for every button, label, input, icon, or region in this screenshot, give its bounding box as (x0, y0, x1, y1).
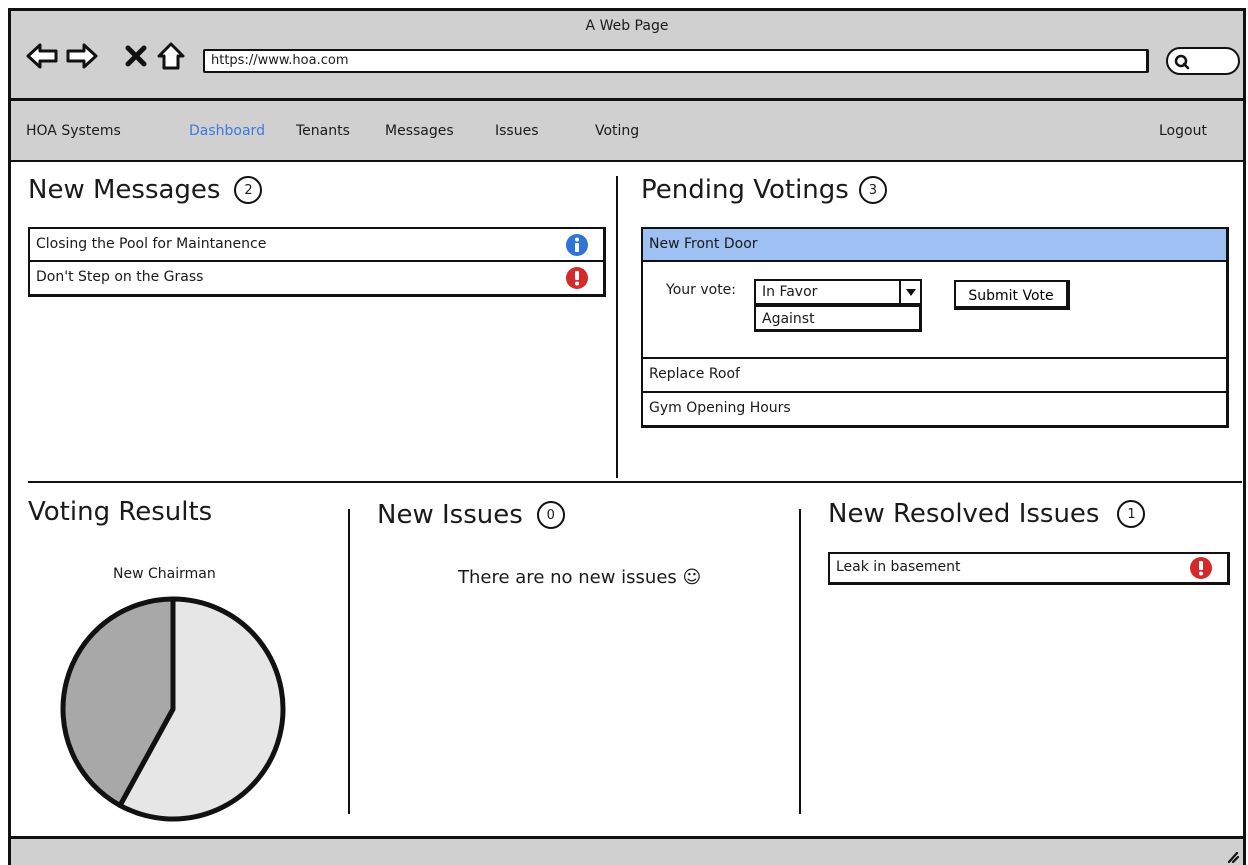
alert-icon (1190, 557, 1212, 579)
section-divider (28, 481, 1242, 483)
browser-status-bar (11, 836, 1243, 865)
nav-messages[interactable]: Messages (385, 123, 454, 139)
resolved-item[interactable]: Leak in basement (830, 554, 1227, 583)
divider-bottom-right (799, 509, 801, 814)
messages-count-badge: 2 (234, 176, 263, 204)
brand-name: HOA Systems (26, 123, 121, 139)
messages-title: New Messages (28, 175, 221, 205)
messages-heading: New Messages 2 (28, 175, 263, 205)
nav-dashboard[interactable]: Dashboard (189, 123, 265, 139)
resolved-heading: New Resolved Issues 1 (828, 499, 1146, 529)
vote-select[interactable]: In Favor (754, 279, 922, 305)
message-item[interactable]: Closing the Pool for Maintanence (30, 229, 603, 262)
resolved-title: New Resolved Issues (828, 499, 1100, 529)
vote-form: Your vote: In Favor Against Submit Vote (643, 262, 1226, 359)
votings-count-badge: 3 (858, 176, 887, 204)
voting-item[interactable]: Gym Opening Hours (643, 393, 1226, 427)
votings-title: Pending Votings (641, 175, 849, 205)
message-item[interactable]: Don't Step on the Grass (30, 262, 603, 295)
results-heading: Voting Results (28, 497, 212, 527)
home-icon[interactable] (154, 41, 188, 71)
divider-bottom-left (348, 509, 350, 814)
search-button[interactable] (1166, 47, 1240, 75)
messages-list: Closing the Pool for Maintanence Don't S… (28, 227, 606, 297)
nav-voting[interactable]: Voting (595, 123, 639, 139)
close-icon[interactable] (119, 41, 153, 71)
voting-results-pie-chart (60, 596, 286, 822)
resolved-list: Leak in basement (828, 552, 1230, 585)
logout-link[interactable]: Logout (1159, 123, 1207, 139)
chart-caption: New Chairman (113, 566, 216, 582)
window-title: A Web Page (585, 18, 669, 34)
info-icon (566, 234, 588, 256)
votings-list: New Front Door Your vote: In Favor Again… (641, 227, 1229, 428)
voting-item-selected[interactable]: New Front Door (643, 229, 1226, 262)
results-title: Voting Results (28, 497, 213, 527)
vote-option-against[interactable]: Against (754, 305, 922, 332)
no-issues-message: There are no new issues ☺ (458, 567, 702, 588)
app-navbar: HOA Systems Dashboard Tenants Messages I… (11, 101, 1243, 162)
alert-icon (566, 267, 588, 289)
nav-issues[interactable]: Issues (495, 123, 539, 139)
issues-count-badge: 0 (536, 501, 565, 529)
back-arrow-icon[interactable] (25, 41, 59, 71)
chevron-down-icon[interactable] (899, 279, 922, 305)
nav-tenants[interactable]: Tenants (296, 123, 350, 139)
issues-title: New Issues (377, 500, 523, 530)
message-text: Don't Step on the Grass (36, 269, 204, 285)
your-vote-label: Your vote: (666, 282, 737, 298)
submit-vote-button[interactable]: Submit Vote (954, 280, 1070, 310)
resolved-text: Leak in basement (836, 559, 961, 575)
browser-chrome: A Web Page https://www.hoa.com (11, 11, 1243, 101)
address-bar[interactable]: https://www.hoa.com (203, 49, 1149, 73)
forward-arrow-icon[interactable] (65, 41, 99, 71)
voting-item[interactable]: Replace Roof (643, 359, 1226, 393)
resize-grip-icon[interactable] (1223, 847, 1239, 863)
votings-heading: Pending Votings 3 (641, 175, 887, 205)
issues-heading: New Issues 0 (377, 500, 565, 530)
search-icon (1174, 54, 1190, 70)
browser-window: A Web Page https://www.hoa.com HOA Syste… (8, 8, 1246, 865)
message-text: Closing the Pool for Maintanence (36, 236, 267, 252)
divider-top (616, 176, 618, 478)
resolved-count-badge: 1 (1117, 500, 1146, 528)
